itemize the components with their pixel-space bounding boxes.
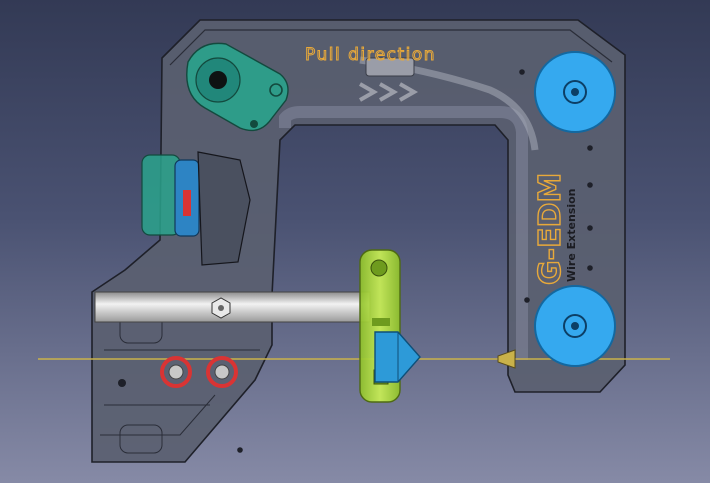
pulley-bottom <box>534 285 616 367</box>
label-brand: G-EDM <box>533 173 568 285</box>
wire-nozzle <box>374 331 421 383</box>
pulley-top <box>534 51 616 133</box>
cad-model-view[interactable]: Pull direction G-EDM Wire Extension <box>0 0 710 483</box>
label-pull-direction: Pull direction <box>305 45 436 65</box>
tip-screw <box>497 349 516 369</box>
guide-rod <box>94 291 371 323</box>
3d-viewport[interactable]: Pull direction G-EDM Wire Extension <box>0 0 710 483</box>
label-subtitle: Wire Extension <box>565 189 578 282</box>
